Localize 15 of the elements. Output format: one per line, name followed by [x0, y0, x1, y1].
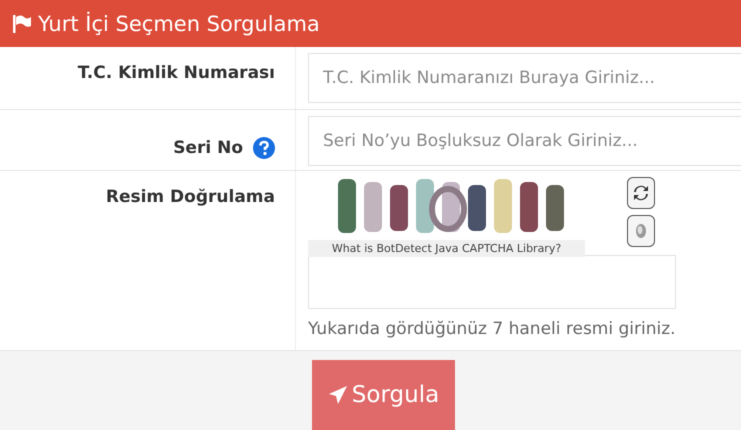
send-icon — [328, 385, 348, 405]
help-icon[interactable] — [253, 136, 275, 159]
audio-button[interactable] — [627, 215, 655, 248]
page-title: Yurt İçi Seçmen Sorgulama — [38, 12, 320, 36]
captcha-input[interactable] — [308, 255, 676, 310]
text-input[interactable]: T.C. Kimlik Numaranızı Buraya Giriniz... — [308, 53, 741, 104]
captcha-hint: Yukarıda gördüğünüz 7 haneli resmi giriniz. — [308, 319, 677, 340]
field-label: Seri No — [173, 138, 243, 158]
speaker-icon — [634, 222, 648, 240]
flag-icon — [12, 14, 32, 34]
field-label: T.C. Kimlik Numarası — [78, 63, 275, 84]
reload-icon — [633, 184, 649, 202]
field-label: Resim Doğrulama — [106, 187, 275, 208]
text-input[interactable]: Seri No’yu Boşluksuz Olarak Giriniz... — [308, 116, 741, 166]
reload-button[interactable] — [627, 177, 655, 210]
